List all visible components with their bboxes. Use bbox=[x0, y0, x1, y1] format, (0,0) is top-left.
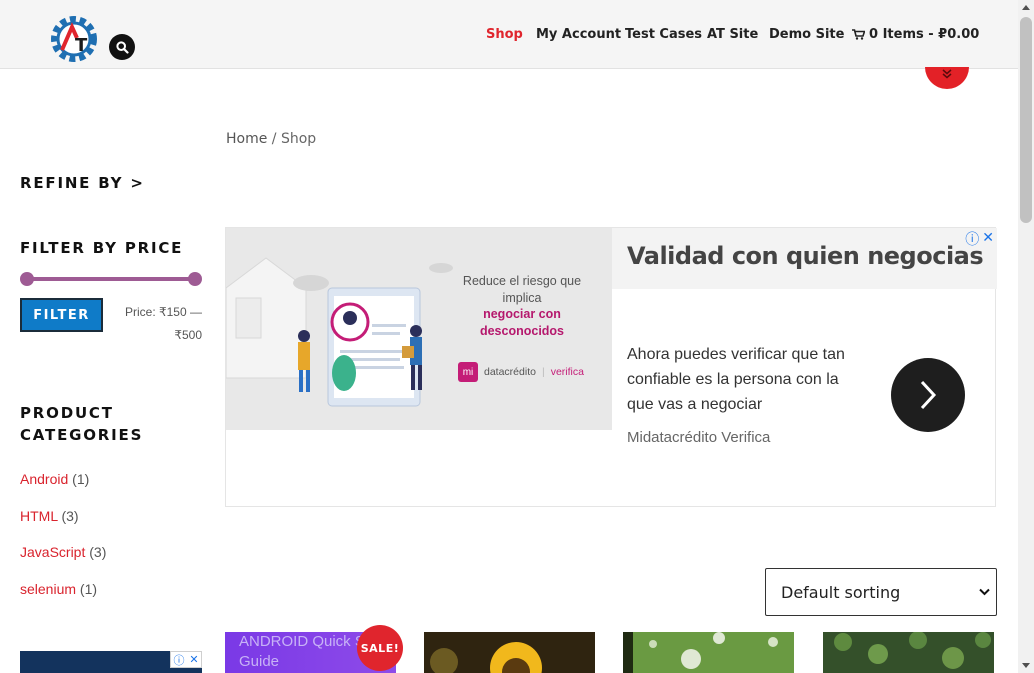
ad-banner[interactable]: Reduce el riesgo que implica negociar co… bbox=[225, 227, 997, 507]
ad-headline[interactable]: Validad con quien negocias bbox=[627, 242, 984, 270]
ad-image-text-1: Reduce el riesgo que implica bbox=[462, 274, 582, 305]
scrollbar-thumb[interactable] bbox=[1020, 17, 1032, 223]
category-count: (3) bbox=[61, 507, 79, 524]
price-range-label: Price: ₹150 — ₹500 bbox=[112, 304, 202, 350]
sort-selected-value: Default sorting bbox=[781, 582, 901, 602]
nav-shop[interactable]: Shop bbox=[486, 27, 523, 42]
product-card-plants[interactable] bbox=[823, 632, 994, 673]
ad-header: Validad con quien negocias ⓘ ✕ bbox=[612, 228, 997, 289]
page: T Shop My Account Test Cases AT Site Dem… bbox=[0, 0, 1034, 673]
cart-summary: 0 Items - ₽0.00 bbox=[869, 27, 980, 42]
sale-badge: SALE! bbox=[357, 625, 403, 671]
ad-brand-logo: mi bbox=[458, 362, 478, 382]
chevron-down-icon bbox=[979, 588, 990, 596]
list-item: selenium (1) bbox=[20, 581, 106, 618]
header-toggle-button[interactable] bbox=[925, 67, 969, 89]
product-image bbox=[623, 632, 794, 673]
nav-at-site[interactable]: AT Site bbox=[707, 27, 758, 42]
ad-image-text: Reduce el riesgo que implica negociar co… bbox=[462, 273, 582, 339]
ad-brand-name: datacrédito bbox=[484, 366, 536, 378]
price-range-slider[interactable] bbox=[20, 271, 202, 287]
ad-close-icon[interactable]: ✕ bbox=[189, 653, 198, 666]
price-max: ₹500 bbox=[174, 328, 202, 342]
ad-choices[interactable]: ⓘ ✕ bbox=[170, 651, 202, 668]
search-icon bbox=[115, 40, 129, 54]
category-count: (1) bbox=[79, 580, 98, 597]
category-selenium-link[interactable]: selenium bbox=[20, 581, 76, 597]
category-list: Android (1) HTML (3) JavaScript (3) sele… bbox=[20, 471, 106, 617]
category-html-link[interactable]: HTML bbox=[20, 508, 58, 524]
cart-icon bbox=[852, 29, 865, 40]
ad-image[interactable]: Reduce el riesgo que implica negociar co… bbox=[226, 228, 612, 430]
ad-info-icon[interactable]: ⓘ bbox=[173, 652, 184, 668]
breadcrumb-home[interactable]: Home bbox=[226, 131, 267, 147]
category-android-link[interactable]: Android bbox=[20, 471, 68, 487]
product-card-waterdrop[interactable] bbox=[623, 632, 794, 673]
sort-select[interactable]: Default sorting bbox=[765, 568, 997, 616]
nav-demo-site[interactable]: Demo Site bbox=[769, 27, 844, 42]
ad-close-icon[interactable]: ✕ bbox=[982, 229, 994, 249]
ad-advertiser[interactable]: Midatacrédito Verifica bbox=[627, 429, 770, 446]
double-chevron-down-icon bbox=[942, 69, 952, 79]
list-item: Android (1) bbox=[20, 471, 106, 508]
nav-cart[interactable]: 0 Items - ₽0.00 bbox=[852, 27, 979, 42]
ad-open-button[interactable] bbox=[891, 358, 965, 432]
ad-image-text-2: negociar con desconocidos bbox=[479, 307, 565, 338]
product-image bbox=[424, 632, 595, 673]
product-card-sunflower[interactable] bbox=[424, 632, 595, 673]
scroll-up-arrow[interactable] bbox=[1022, 5, 1030, 10]
ad-brand: mi datacrédito | verifica bbox=[458, 362, 584, 382]
product-categories-heading: PRODUCT CATEGORIES bbox=[20, 404, 144, 444]
filter-button[interactable]: FILTER bbox=[20, 298, 103, 332]
scroll-down-arrow[interactable] bbox=[1022, 663, 1030, 668]
product-image bbox=[823, 632, 994, 673]
price-slider-min-handle[interactable] bbox=[20, 272, 34, 286]
svg-text:T: T bbox=[75, 35, 88, 56]
price-slider-max-handle[interactable] bbox=[188, 272, 202, 286]
breadcrumb-separator: / bbox=[271, 131, 277, 147]
refine-by-heading[interactable]: REFINE BY > bbox=[20, 174, 145, 192]
list-item: JavaScript (3) bbox=[20, 544, 106, 581]
page-scrollbar[interactable] bbox=[1018, 0, 1034, 673]
category-count: (3) bbox=[89, 544, 107, 560]
price-slider-track bbox=[26, 277, 196, 281]
nav-test-cases[interactable]: Test Cases bbox=[625, 27, 702, 42]
breadcrumb: Home / Shop bbox=[226, 131, 316, 147]
ad-info-icon[interactable]: ⓘ bbox=[965, 229, 979, 249]
ad-brand-verifica: verifica bbox=[550, 366, 584, 378]
category-count: (1) bbox=[72, 471, 90, 487]
site-logo[interactable]: T bbox=[48, 13, 100, 65]
nav-my-account[interactable]: My Account bbox=[536, 27, 621, 42]
price-min: ₹150 bbox=[159, 305, 187, 319]
ad-body-text: Ahora puedes verificar que tan confiable… bbox=[627, 346, 845, 413]
filter-by-price-heading: FILTER BY PRICE bbox=[20, 239, 184, 257]
category-javascript-link[interactable]: JavaScript bbox=[20, 544, 85, 560]
chevron-right-icon bbox=[920, 380, 937, 410]
sidebar-ad[interactable]: ⓘ ✕ bbox=[20, 651, 202, 673]
breadcrumb-current: Shop bbox=[280, 131, 317, 147]
search-button[interactable] bbox=[109, 34, 135, 60]
ad-choices[interactable]: ⓘ ✕ bbox=[965, 229, 994, 249]
site-header: T Shop My Account Test Cases AT Site Dem… bbox=[0, 0, 1018, 69]
list-item: HTML (3) bbox=[20, 508, 106, 545]
